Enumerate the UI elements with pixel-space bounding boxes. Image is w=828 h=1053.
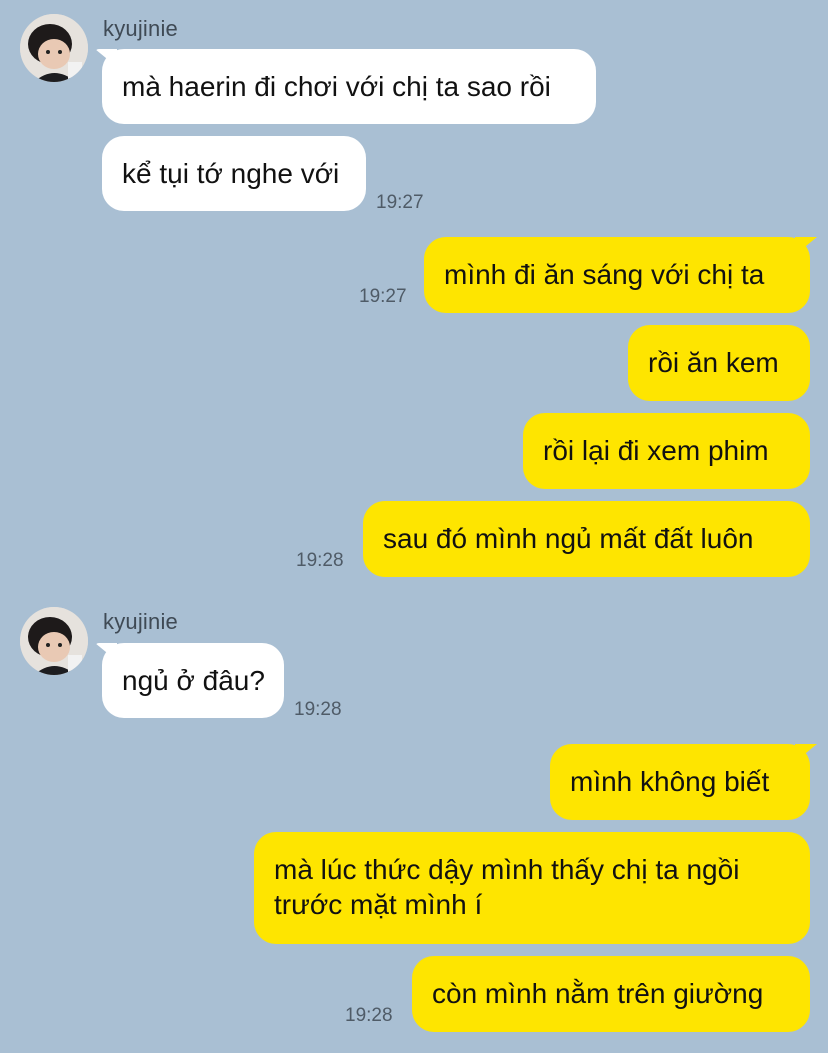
sender-avatar[interactable]	[20, 14, 88, 82]
message-bubble[interactable]: còn mình nằm trên giường	[412, 956, 810, 1032]
message-text: mà lúc thức dậy mình thấy chị ta ngồi tr…	[274, 854, 740, 920]
message-bubble[interactable]: mà lúc thức dậy mình thấy chị ta ngồi tr…	[254, 832, 810, 944]
sender-name: kyujinie	[103, 609, 178, 634]
message-text: mà haerin đi chơi với chị ta sao rồi	[122, 71, 551, 102]
message-bubble[interactable]: rồi ăn kem	[628, 325, 810, 401]
message-text: sau đó mình ngủ mất đất luôn	[383, 523, 754, 554]
sender-avatar[interactable]	[20, 607, 88, 675]
message-text: mình đi ăn sáng với chị ta	[444, 259, 765, 290]
message-text: rồi ăn kem	[648, 347, 779, 378]
message-timestamp: 19:28	[345, 1005, 393, 1026]
sender-name: kyujinie	[103, 16, 178, 41]
message-text: kể tụi tớ nghe với	[122, 158, 340, 189]
message-bubble[interactable]: mà haerin đi chơi với chị ta sao rồi	[102, 49, 596, 124]
message-text: ngủ ở đâu?	[122, 665, 265, 696]
message-timestamp: 19:28	[296, 550, 344, 571]
message-bubble[interactable]: ngủ ở đâu?	[102, 643, 284, 718]
message-timestamp: 19:28	[294, 699, 342, 720]
avatar-photo-icon	[20, 14, 88, 82]
message-text: còn mình nằm trên giường	[432, 978, 764, 1009]
message-text: mình không biết	[570, 766, 770, 797]
message-timestamp: 19:27	[376, 192, 424, 213]
message-bubble[interactable]: rồi lại đi xem phim	[523, 413, 810, 489]
message-text: rồi lại đi xem phim	[543, 435, 769, 466]
avatar-photo-icon	[20, 607, 88, 675]
message-bubble[interactable]: sau đó mình ngủ mất đất luôn	[363, 501, 810, 577]
message-bubble[interactable]: mình đi ăn sáng với chị ta	[424, 237, 810, 313]
message-bubble[interactable]: kể tụi tớ nghe với	[102, 136, 366, 211]
message-bubble[interactable]: mình không biết	[550, 744, 810, 820]
message-timestamp: 19:27	[359, 286, 407, 307]
